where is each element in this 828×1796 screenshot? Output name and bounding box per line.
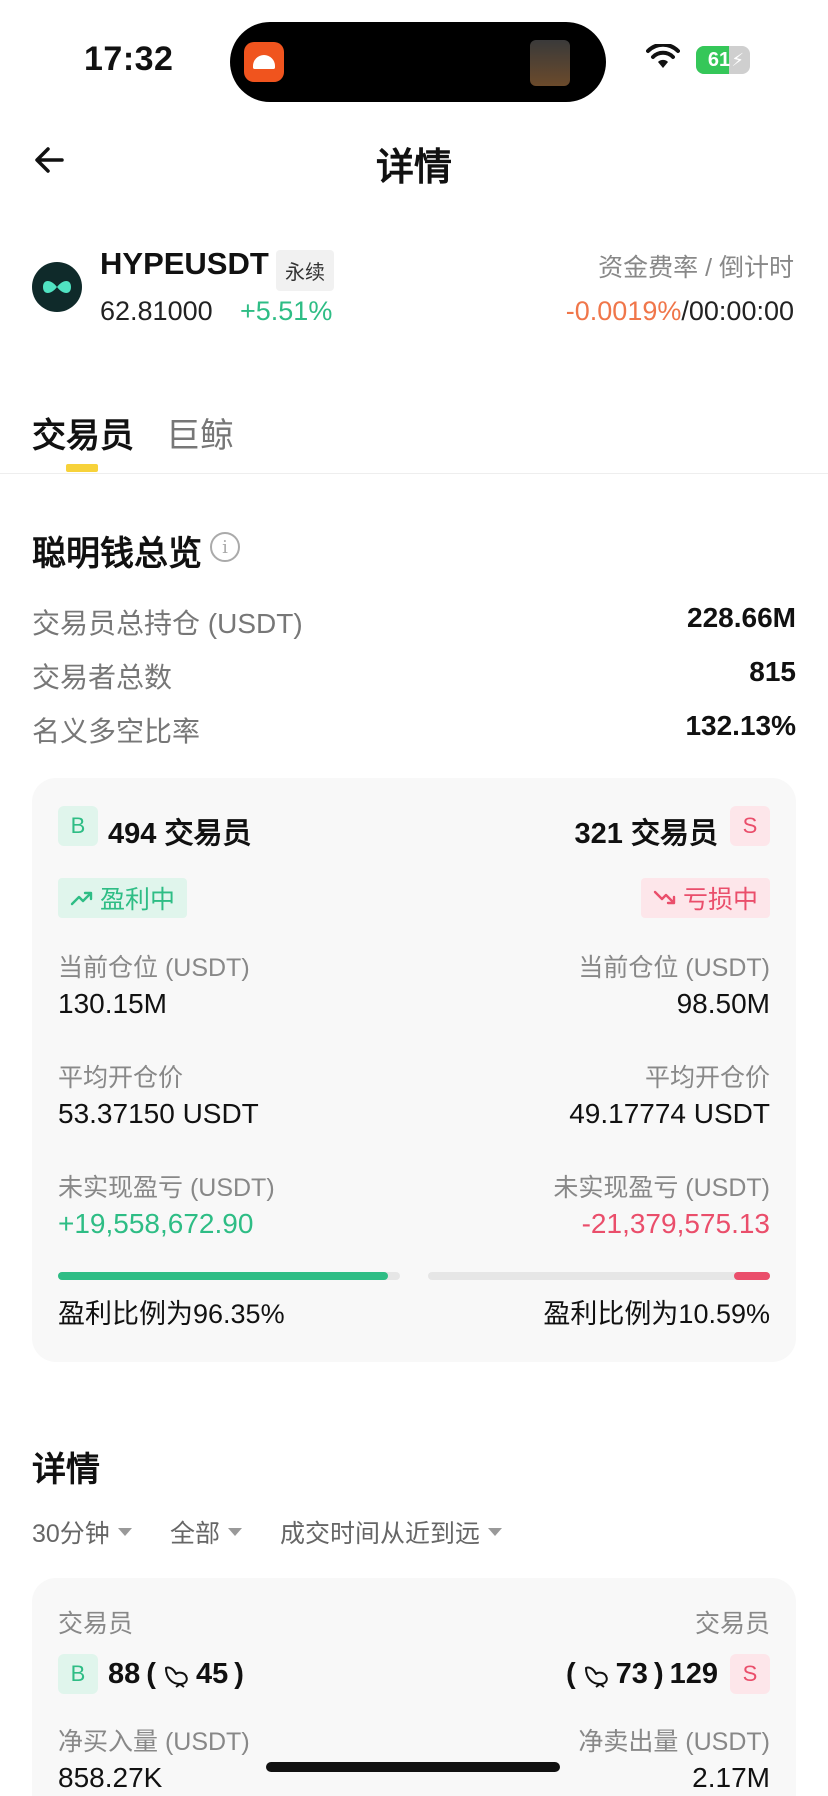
- tab-traders[interactable]: 交易员: [32, 408, 134, 457]
- long-profit-bar: [58, 1272, 400, 1280]
- media-thumbnail-icon[interactable]: [530, 40, 570, 86]
- buy-trader-count: 88: [108, 1658, 141, 1690]
- tab-indicator: [66, 464, 98, 472]
- net-buy-value: 858.27K: [58, 1762, 163, 1793]
- page-title: 详情: [375, 147, 452, 189]
- caret-down-icon: [488, 1528, 503, 1536]
- status-time: 17:32: [84, 40, 174, 78]
- short-avg-price-value: 49.17774 USDT: [569, 1098, 770, 1129]
- short-pnl-label: 未实现盈亏 (USDT): [553, 1174, 770, 1202]
- ticker-symbol: HYPEUSDT: [100, 246, 269, 281]
- loss-status-label: 亏损中: [682, 886, 758, 914]
- sort-order-dropdown[interactable]: 成交时间从近到远: [280, 1514, 503, 1550]
- long-avg-price-label: 平均开仓价: [58, 1064, 184, 1092]
- tab-whales[interactable]: 巨鲸: [166, 408, 234, 457]
- long-pnl-value: +19,558,672.90: [58, 1208, 254, 1239]
- short-profit-bar-fill: [733, 1272, 770, 1280]
- funding-label: 资金费率 / 倒计时: [598, 254, 794, 282]
- funding-separator: /: [681, 296, 689, 326]
- stat-row: 交易者总数 815: [32, 656, 796, 696]
- battery-icon: 61 ⚡: [696, 46, 750, 74]
- price-change: +5.51%: [240, 296, 333, 326]
- buy-traders-summary: 88 ( 45 ): [108, 1658, 244, 1691]
- short-position-value: 98.50M: [676, 988, 770, 1019]
- buy-badge: B: [58, 1654, 98, 1694]
- buy-traders-label: 交易员: [58, 1610, 134, 1638]
- funding-rate: -0.0019%: [565, 296, 682, 326]
- stat-row: 交易员总持仓 (USDT) 228.66M: [32, 602, 796, 642]
- stat-row: 名义多空比率 132.13%: [32, 710, 796, 750]
- long-short-card: B 494 交易员 321 交易员 S 盈利中 亏损中 当前仓位 (USDT) …: [32, 778, 796, 1362]
- buy-whale-count: 45: [195, 1658, 229, 1690]
- profit-status-pill: 盈利中: [58, 878, 188, 918]
- last-price: 62.81000: [100, 296, 213, 326]
- funding-countdown: 00:00:00: [688, 296, 794, 326]
- stat-label: 交易员总持仓 (USDT): [32, 608, 303, 639]
- whale-icon: [584, 1666, 608, 1688]
- stat-value: 228.66M: [687, 602, 796, 633]
- sell-traders-label: 交易员: [694, 1610, 770, 1638]
- hype-coin-icon: [32, 262, 82, 312]
- long-avg-price-value: 53.37150 USDT: [58, 1098, 259, 1129]
- sell-badge: S: [730, 806, 770, 846]
- ticker-header: HYPEUSDT 永续 62.81000 +5.51% 资金费率 / 倒计时 -…: [0, 240, 828, 340]
- stat-label: 名义多空比率: [32, 716, 201, 747]
- nav-bar: 详情: [0, 120, 828, 200]
- charging-bolt-icon: ⚡: [731, 50, 744, 70]
- contract-type-badge: 永续: [276, 250, 334, 291]
- profit-status-label: 盈利中: [100, 886, 176, 914]
- short-pnl-value: -21,379,575.13: [581, 1208, 770, 1239]
- long-pnl-label: 未实现盈亏 (USDT): [58, 1174, 275, 1202]
- status-bar: 17:32 61 ⚡: [0, 0, 828, 110]
- dynamic-island[interactable]: [230, 22, 606, 102]
- short-profit-ratio: 盈利比例为10.59%: [543, 1299, 770, 1329]
- net-sell-value: 2.17M: [692, 1762, 770, 1793]
- long-position-label: 当前仓位 (USDT): [58, 954, 250, 982]
- short-position-label: 当前仓位 (USDT): [578, 954, 770, 982]
- stat-label: 交易者总数: [32, 662, 173, 693]
- net-buy-label: 净买入量 (USDT): [58, 1728, 250, 1756]
- sell-traders-summary: ( 73 ) 129: [566, 1658, 718, 1691]
- app-icon[interactable]: [244, 42, 284, 82]
- wifi-icon: [646, 44, 680, 68]
- short-trader-count: 321 交易员: [574, 818, 718, 850]
- net-sell-label: 净卖出量 (USDT): [578, 1728, 770, 1756]
- caret-down-icon: [117, 1528, 132, 1536]
- long-profit-bar-fill: [58, 1272, 388, 1280]
- details-title: 详情: [32, 1451, 100, 1489]
- whale-icon: [164, 1666, 188, 1688]
- stat-value: 815: [749, 656, 796, 687]
- sell-whale-count: 73: [615, 1658, 648, 1690]
- tab-bar: 交易员 巨鲸: [0, 400, 828, 474]
- long-trader-count: 494 交易员: [108, 818, 252, 850]
- sort-order-label: 成交时间从近到远: [280, 1520, 481, 1548]
- loss-status-pill: 亏损中: [640, 878, 770, 918]
- sell-badge: S: [730, 1654, 770, 1694]
- close-paren: ): [234, 1658, 244, 1690]
- long-profit-ratio: 盈利比例为96.35%: [58, 1299, 285, 1329]
- funding-value: -0.0019%/00:00:00: [566, 296, 794, 327]
- home-indicator[interactable]: [266, 1762, 560, 1772]
- open-paren: (: [566, 1658, 576, 1690]
- sell-trader-count: 129: [669, 1658, 718, 1690]
- time-range-dropdown[interactable]: 30分钟: [32, 1514, 132, 1550]
- trade-type-label: 全部: [170, 1520, 221, 1548]
- info-icon[interactable]: i: [210, 532, 240, 562]
- trend-down-icon: [653, 890, 676, 905]
- overview-title: 聪明钱总览: [32, 535, 202, 573]
- trade-type-dropdown[interactable]: 全部: [170, 1514, 243, 1550]
- short-avg-price-label: 平均开仓价: [644, 1064, 770, 1092]
- caret-down-icon: [228, 1528, 243, 1536]
- stat-value: 132.13%: [685, 710, 796, 741]
- short-profit-bar: [428, 1272, 770, 1280]
- open-paren: (: [146, 1658, 156, 1690]
- trend-up-icon: [70, 891, 93, 906]
- close-paren: ): [653, 1658, 664, 1690]
- long-position-value: 130.15M: [58, 988, 167, 1019]
- time-range-label: 30分钟: [32, 1520, 110, 1548]
- buy-badge: B: [58, 806, 98, 846]
